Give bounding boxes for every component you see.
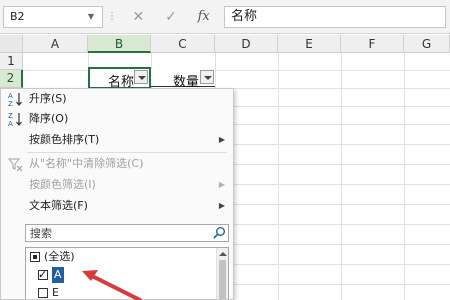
insert-function-icon[interactable]: fx — [193, 6, 215, 28]
item-checkbox[interactable] — [38, 267, 48, 283]
menu-item-label: 从"名称"中清除筛选(C) — [29, 157, 144, 170]
cell-b2[interactable]: 名称 — [88, 67, 151, 90]
gridline — [404, 53, 405, 300]
filter-dropdown-button[interactable] — [200, 70, 214, 84]
scroll-up-icon[interactable] — [219, 252, 227, 256]
column-header-b[interactable]: B — [88, 35, 151, 53]
formula-input-value: 名称 — [231, 9, 258, 24]
menu-item-label: 按颜色排序(T) — [29, 133, 100, 146]
drag-handle-icon[interactable]: ⋮ — [106, 6, 118, 28]
sort-ascending-icon: A Z — [8, 92, 22, 107]
search-icon[interactable] — [212, 226, 226, 240]
menu-item-sort-descending[interactable]: Z A 降序(O) — [1, 109, 233, 129]
formula-tools: ✕ ✓ fx — [122, 4, 220, 30]
formula-bar: B2 ▼ ⋮ ✕ ✓ fx 名称 — [0, 0, 450, 34]
filter-search-input[interactable] — [26, 225, 210, 241]
svg-text:A: A — [8, 120, 13, 127]
enter-icon[interactable]: ✓ — [160, 6, 182, 28]
column-header-d[interactable]: D — [215, 35, 278, 53]
row-header-1[interactable]: 1 — [0, 53, 23, 70]
menu-item-sort-by-color[interactable]: 按颜色排序(T) ▶ — [1, 130, 233, 150]
svg-text:Z: Z — [8, 100, 13, 107]
sort-descending-icon: Z A — [8, 112, 22, 127]
menu-item-label: 降序(O) — [29, 112, 69, 125]
select-all-corner[interactable] — [0, 35, 23, 53]
clear-filter-icon — [7, 158, 23, 172]
formula-input[interactable]: 名称 — [224, 6, 446, 28]
column-header-f[interactable]: F — [341, 35, 404, 53]
filter-search-box — [25, 224, 229, 242]
menu-item-filter-by-color[interactable]: 按颜色筛选(I) ▶ — [1, 175, 233, 195]
submenu-arrow-icon: ▶ — [218, 180, 225, 189]
cancel-icon[interactable]: ✕ — [127, 6, 149, 28]
list-item-label: E — [52, 286, 59, 299]
column-header-e[interactable]: E — [278, 35, 341, 53]
column-header-c[interactable]: C — [151, 35, 215, 53]
list-scrollbar[interactable] — [216, 248, 228, 299]
gridline — [341, 53, 342, 300]
gridline — [278, 53, 279, 300]
svg-text:A: A — [8, 92, 13, 100]
annotation-arrow-icon — [82, 270, 142, 300]
scroll-thumb[interactable] — [219, 260, 226, 299]
svg-text:Z: Z — [8, 112, 13, 120]
menu-divider — [27, 152, 227, 153]
item-checkbox[interactable] — [38, 288, 48, 298]
menu-item-label: 按颜色筛选(I) — [29, 178, 96, 191]
filter-dropdown-button[interactable] — [134, 70, 148, 84]
column-header-a[interactable]: A — [23, 35, 88, 53]
chevron-down-icon[interactable]: ▼ — [82, 6, 100, 28]
row-header-2[interactable]: 2 — [0, 70, 23, 88]
menu-item-label: 文本筛选(F) — [29, 199, 88, 212]
name-box-value: B2 — [10, 10, 25, 23]
menu-item-sort-ascending[interactable]: A Z 升序(S) — [1, 89, 233, 109]
menu-item-text-filters[interactable]: 文本筛选(F) ▶ — [1, 196, 233, 216]
menu-item-label: 升序(S) — [29, 92, 67, 105]
select-all-checkbox[interactable] — [30, 252, 40, 262]
cell-c2[interactable]: 数量 — [151, 69, 215, 90]
column-header-g[interactable]: G — [404, 35, 450, 53]
menu-item-clear-filter[interactable]: 从"名称"中清除筛选(C) — [1, 154, 233, 174]
submenu-arrow-icon: ▶ — [218, 201, 225, 210]
submenu-arrow-icon: ▶ — [218, 135, 225, 144]
